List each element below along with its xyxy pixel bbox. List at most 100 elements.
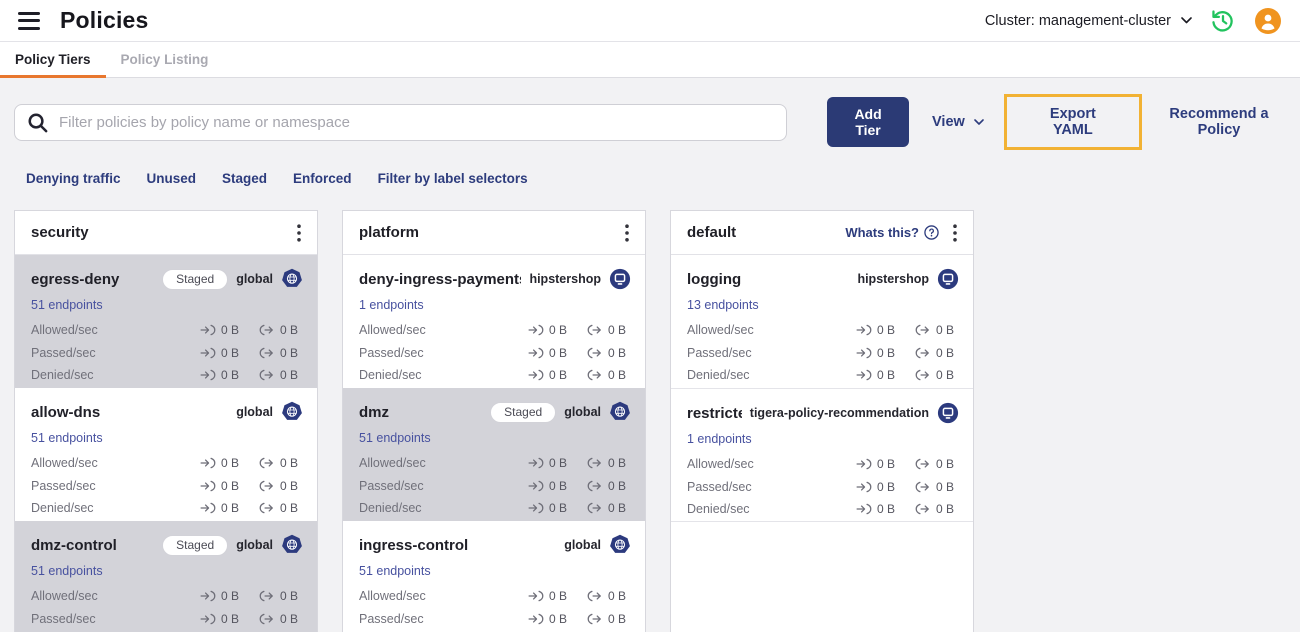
endpoints-link[interactable]: 1 endpoints <box>687 432 752 446</box>
traffic-stat-row: Allowed/sec 0 B 0 B <box>687 453 959 476</box>
policy-card-dmz[interactable]: dmz Staged global 51 endpoints Allowed/s… <box>343 388 645 521</box>
filter-unused[interactable]: Unused <box>147 171 197 186</box>
topbar-actions: Cluster: management-cluster <box>985 7 1282 35</box>
filter-staged[interactable]: Staged <box>222 171 267 186</box>
chevron-down-icon <box>1181 17 1192 24</box>
egress-arrow-icon <box>259 590 273 602</box>
tier-column-default: default Whats this? logging hipstershop … <box>670 210 974 632</box>
egress-value: 0 B <box>936 457 955 472</box>
tier-cards: logging hipstershop 13 endpoints Allowed… <box>671 255 973 632</box>
traffic-stat-row: Allowed/sec 0 B 0 B <box>31 319 303 342</box>
policy-name: restricted <box>687 404 742 422</box>
ingress-arrow-icon <box>528 502 544 514</box>
policy-card-egress-deny[interactable]: egress-deny Staged global 51 endpoints A… <box>15 255 317 388</box>
stat-label: Denied/sec <box>687 368 750 383</box>
quick-filters: Denying traffic Unused Staged Enforced F… <box>26 171 1286 186</box>
ingress-value: 0 B <box>877 479 896 494</box>
tab-policy-tiers[interactable]: Policy Tiers <box>0 42 106 78</box>
whats-this-link[interactable]: Whats this? <box>845 225 939 240</box>
kebab-menu-icon[interactable] <box>949 222 961 244</box>
ingress-value: 0 B <box>549 611 568 626</box>
history-button[interactable] <box>1210 8 1236 34</box>
ingress-value: 0 B <box>549 323 568 338</box>
ingress-arrow-icon <box>528 369 544 381</box>
tier-header: security <box>15 211 317 255</box>
endpoints-link[interactable]: 51 endpoints <box>359 431 431 445</box>
ingress-arrow-icon <box>200 347 216 359</box>
cluster-selector[interactable]: Cluster: management-cluster <box>985 13 1192 29</box>
filter-label-selectors[interactable]: Filter by label selectors <box>378 171 528 186</box>
main-content: Add Tier View Export YAML Recommend a Po… <box>0 78 1300 632</box>
policy-card-allow-dns[interactable]: allow-dns global 51 endpoints Allowed/se… <box>15 388 317 521</box>
endpoints-link[interactable]: 51 endpoints <box>31 564 103 578</box>
egress-arrow-icon <box>915 503 929 515</box>
ingress-arrow-icon <box>528 480 544 492</box>
egress-arrow-icon <box>587 457 601 469</box>
view-dropdown[interactable]: View <box>932 114 984 130</box>
egress-value: 0 B <box>608 456 627 471</box>
tab-bar: Policy Tiers Policy Listing <box>0 42 1300 78</box>
hamburger-menu-icon[interactable] <box>18 11 40 30</box>
endpoints-link[interactable]: 51 endpoints <box>31 298 103 312</box>
filter-enforced[interactable]: Enforced <box>293 171 352 186</box>
recommend-policy-button[interactable]: Recommend a Policy <box>1152 106 1286 138</box>
endpoints-link[interactable]: 13 endpoints <box>687 298 759 312</box>
ingress-value: 0 B <box>877 368 896 383</box>
stat-label: Allowed/sec <box>687 457 754 472</box>
history-icon <box>1212 9 1233 31</box>
chevron-down-icon <box>973 119 984 125</box>
namespace-icon <box>937 402 959 424</box>
egress-arrow-icon <box>915 481 929 493</box>
egress-arrow-icon <box>259 457 273 469</box>
ingress-value: 0 B <box>877 502 896 517</box>
egress-value: 0 B <box>280 456 299 471</box>
egress-arrow-icon <box>587 480 601 492</box>
traffic-stat-row: Allowed/sec 0 B 0 B <box>31 585 303 608</box>
endpoints-link[interactable]: 51 endpoints <box>359 564 431 578</box>
ingress-value: 0 B <box>221 611 240 626</box>
ingress-arrow-icon <box>528 613 544 625</box>
traffic-stat-row: Passed/sec 0 B 0 B <box>359 475 631 498</box>
kebab-menu-icon[interactable] <box>293 222 305 244</box>
tab-policy-listing[interactable]: Policy Listing <box>106 42 224 77</box>
staged-badge: Staged <box>490 401 557 423</box>
filter-denying-traffic[interactable]: Denying traffic <box>26 171 121 186</box>
whats-this-label: Whats this? <box>845 225 919 240</box>
search-input[interactable] <box>14 103 788 141</box>
ingress-value: 0 B <box>877 457 896 472</box>
endpoints-link[interactable]: 1 endpoints <box>359 298 424 312</box>
globe-icon <box>609 401 631 423</box>
ingress-value: 0 B <box>549 501 568 516</box>
stat-label: Passed/sec <box>31 611 96 626</box>
cluster-selector-label: Cluster: management-cluster <box>984 12 1171 29</box>
kebab-menu-icon[interactable] <box>621 222 633 244</box>
user-avatar[interactable] <box>1254 7 1282 35</box>
export-yaml-button[interactable]: Export YAML <box>1032 106 1114 138</box>
traffic-stat-row: Passed/sec 0 B 0 B <box>687 476 959 499</box>
stat-label: Allowed/sec <box>359 323 426 338</box>
tier-title: platform <box>359 224 419 241</box>
traffic-stat-row: Allowed/sec 0 B 0 B <box>359 319 631 342</box>
ingress-value: 0 B <box>549 478 568 493</box>
top-bar: Policies Cluster: management-cluster <box>0 0 1300 42</box>
ingress-value: 0 B <box>221 501 240 516</box>
policy-card-dmz-control[interactable]: dmz-control Staged global 51 endpoints A… <box>15 521 317 632</box>
policy-card-restricted[interactable]: restricted tigera-policy-recommendation … <box>671 388 973 521</box>
tier-column-security: security egress-deny Staged global 51 en… <box>14 210 318 632</box>
stat-label: Passed/sec <box>359 611 424 626</box>
stat-label: Denied/sec <box>359 368 422 383</box>
egress-value: 0 B <box>280 589 299 604</box>
tiers-board: security egress-deny Staged global 51 en… <box>14 210 1286 632</box>
policy-card-logging[interactable]: logging hipstershop 13 endpoints Allowed… <box>671 255 973 388</box>
add-tier-button[interactable]: Add Tier <box>827 97 910 147</box>
traffic-stat-row: Denied/sec 0 B 0 B <box>31 497 303 520</box>
egress-arrow-icon <box>587 369 601 381</box>
endpoints-link[interactable]: 51 endpoints <box>31 431 103 445</box>
globe-icon <box>281 534 303 556</box>
traffic-stat-row: Allowed/sec 0 B 0 B <box>359 452 631 475</box>
policy-card-deny-ingress-paymentservi[interactable]: deny-ingress-paymentservi... hipstershop… <box>343 255 645 388</box>
egress-value: 0 B <box>936 323 955 338</box>
policy-card-ingress-control[interactable]: ingress-control global 51 endpoints Allo… <box>343 521 645 632</box>
egress-arrow-icon <box>259 502 273 514</box>
toolbar: Add Tier View Export YAML Recommend a Po… <box>14 94 1286 150</box>
